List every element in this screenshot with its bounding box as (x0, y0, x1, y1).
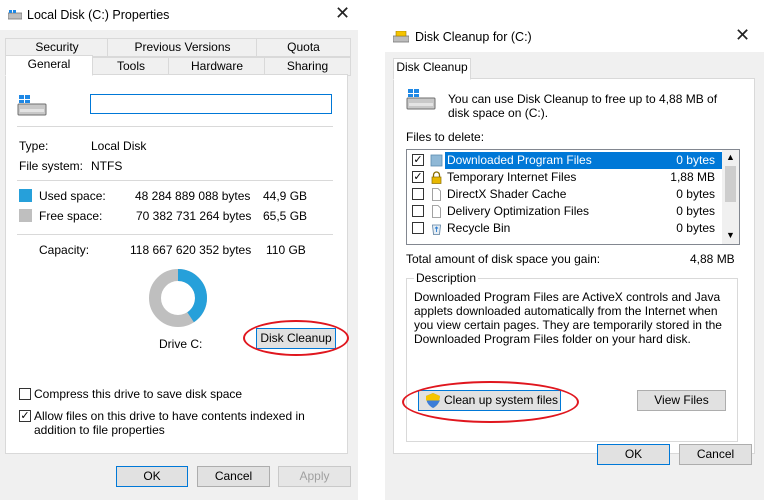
files-list[interactable]: ✓ Downloaded Program Files 0 bytes ✓ Tempora… (406, 149, 740, 245)
compress-label: Compress this drive to save disk space (34, 387, 243, 401)
files-to-delete-label: Files to delete: (406, 130, 485, 144)
scrollbar[interactable]: ▲ ▼ (722, 150, 739, 244)
file-name: Delivery Optimization Files (447, 204, 590, 218)
file-name: Recycle Bin (447, 221, 511, 235)
tab-general[interactable]: General (5, 55, 93, 76)
index-label: Allow files on this drive to have conten… (34, 409, 305, 437)
view-files-button[interactable]: View Files (637, 390, 726, 411)
description-text: Downloaded Program Files are ActiveX con… (414, 290, 722, 346)
file-size: 0 bytes (676, 221, 715, 235)
drive-name-input[interactable] (90, 94, 332, 114)
file-checkbox[interactable] (412, 205, 424, 217)
apply-button[interactable]: Apply (278, 466, 351, 487)
ok-button[interactable]: OK (597, 444, 670, 465)
file-name: DirectX Shader Cache (447, 187, 567, 201)
disk-usage-donut (149, 269, 207, 327)
files-list-rows: ✓ Downloaded Program Files 0 bytes ✓ Tempora… (407, 152, 725, 242)
drive-cleanup-icon (406, 89, 436, 111)
disk-cleanup-button[interactable]: Disk Cleanup (256, 328, 336, 349)
scroll-thumb[interactable] (725, 166, 736, 202)
drive-large-icon (17, 95, 47, 117)
type-value: Local Disk (91, 139, 147, 153)
clean-up-system-files-button[interactable]: Clean up system files (418, 390, 561, 411)
file-size: 0 bytes (676, 204, 715, 218)
capacity-size: 110 GB (266, 243, 306, 257)
disk-cleanup-app-icon (392, 30, 410, 43)
capacity-label: Capacity: (39, 243, 90, 257)
file-checkbox[interactable] (412, 188, 424, 200)
scroll-down-icon[interactable]: ▼ (726, 230, 735, 240)
free-bytes: 70 382 731 264 bytes (136, 209, 252, 223)
used-color-swatch (19, 189, 32, 202)
free-color-swatch (19, 209, 32, 222)
close-icon[interactable]: ✕ (735, 25, 750, 45)
file-checkbox[interactable] (412, 222, 424, 234)
free-label: Free space: (39, 209, 103, 223)
divider (17, 234, 333, 235)
ok-button[interactable]: OK (116, 466, 188, 487)
properties-window: Local Disk (C:) Properties ✕ Security Pr… (0, 0, 358, 500)
type-label: Type: (19, 139, 49, 153)
divider (17, 180, 333, 181)
scroll-up-icon[interactable]: ▲ (726, 152, 735, 162)
used-size: 44,9 GB (263, 189, 308, 203)
free-size: 65,5 GB (263, 209, 308, 223)
file-row[interactable]: ✓ Temporary Internet Files 1,88 MB (407, 169, 721, 186)
cleanup-window: Disk Cleanup for (C:) ✕ Disk Cleanup You… (385, 22, 764, 500)
drive-icon (7, 9, 23, 20)
fs-value: NTFS (91, 159, 123, 173)
file-row[interactable]: Recycle Bin 0 bytes (407, 220, 721, 237)
capacity-bytes: 118 667 620 352 bytes (130, 243, 252, 257)
file-size: 0 bytes (676, 187, 715, 201)
used-bytes: 48 284 889 088 bytes (135, 189, 251, 203)
used-label: Used space: (39, 189, 106, 203)
tab-quota[interactable]: Quota (256, 38, 351, 57)
description-label: Description (414, 271, 479, 285)
file-size: 1,88 MB (670, 170, 715, 184)
total-value: 4,88 MB (690, 252, 735, 266)
file-row[interactable]: ✓ Downloaded Program Files 0 bytes (407, 152, 725, 169)
close-icon[interactable]: ✕ (335, 3, 350, 23)
compress-checkbox[interactable] (19, 388, 31, 400)
shield-icon (426, 393, 440, 408)
properties-title: Local Disk (C:) Properties (27, 8, 170, 22)
recycle-bin-icon (430, 222, 443, 240)
drive-label: Drive C: (159, 337, 203, 351)
file-name: Temporary Internet Files (447, 170, 577, 184)
tab-previous-versions[interactable]: Previous Versions (107, 38, 258, 57)
cleanup-intro: You can use Disk Cleanup to free up to 4… (448, 92, 718, 120)
file-row[interactable]: DirectX Shader Cache 0 bytes (407, 186, 721, 203)
tab-disk-cleanup[interactable]: Disk Cleanup (393, 58, 471, 80)
properties-titlebar: Local Disk (C:) Properties ✕ (0, 0, 358, 30)
divider (17, 126, 333, 127)
file-size: 0 bytes (676, 153, 715, 167)
fs-label: File system: (19, 159, 84, 173)
index-checkbox[interactable]: ✓ (19, 410, 31, 422)
file-checkbox[interactable]: ✓ (412, 171, 424, 183)
cancel-button[interactable]: Cancel (679, 444, 752, 465)
file-checkbox[interactable]: ✓ (412, 154, 424, 166)
cancel-button[interactable]: Cancel (197, 466, 270, 487)
cleanup-titlebar: Disk Cleanup for (C:) ✕ (385, 22, 764, 52)
total-label: Total amount of disk space you gain: (406, 252, 601, 266)
cleanup-title: Disk Cleanup for (C:) (415, 30, 532, 44)
file-row[interactable]: Delivery Optimization Files 0 bytes (407, 203, 721, 220)
checkmark-icon: ✓ (20, 410, 30, 422)
